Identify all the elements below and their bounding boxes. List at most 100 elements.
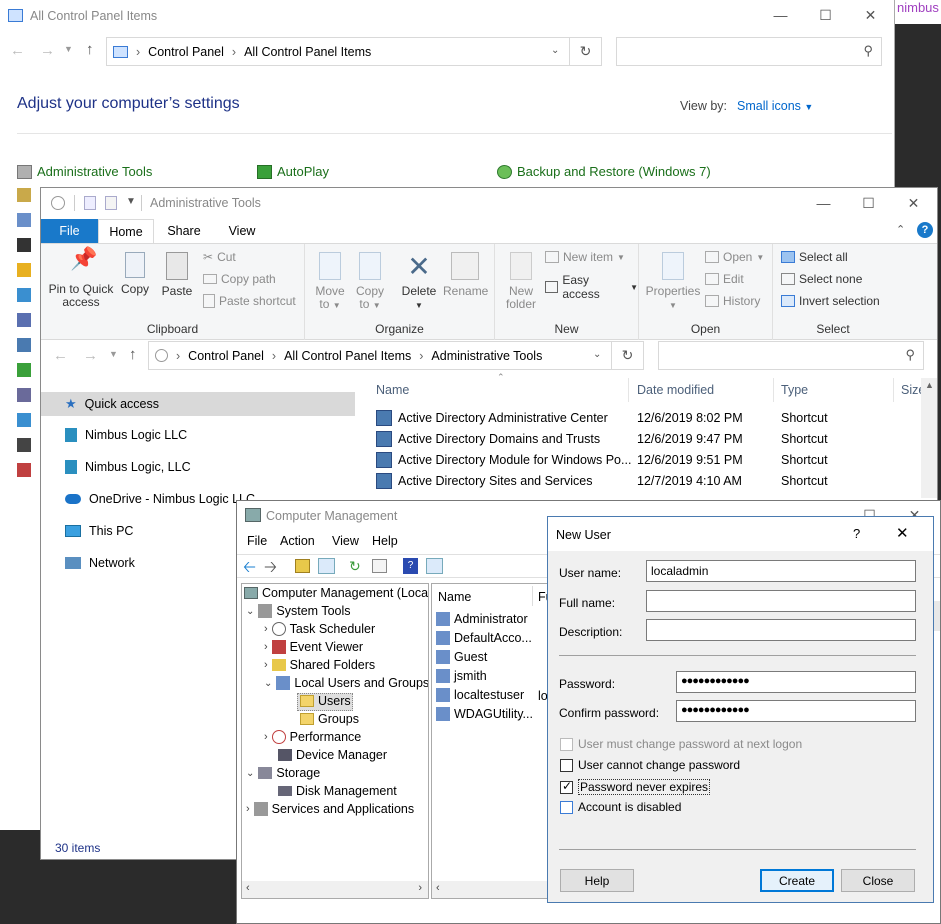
nav-quick-access[interactable]: ★ Quick access (65, 396, 159, 412)
invert-selection-button[interactable]: Invert selection (781, 294, 880, 308)
menu-action[interactable]: Action (280, 534, 315, 548)
password-never-expires-checkbox[interactable]: ✓ Password never expires (560, 779, 711, 795)
file-row[interactable]: Active Directory Module for Windows Po..… (376, 449, 916, 470)
close-button[interactable]: ✕ (891, 188, 936, 218)
close-button[interactable]: Close (841, 869, 915, 892)
select-none-button[interactable]: Select none (781, 272, 862, 286)
user-row[interactable]: WDAGUtility... (436, 707, 533, 721)
breadcrumb-all-items[interactable]: All Control Panel Items (284, 349, 411, 363)
user-row[interactable]: localtestuser (436, 688, 524, 702)
refresh-button[interactable]: ↻ (612, 341, 644, 370)
tab-share[interactable]: Share (159, 219, 209, 243)
forward-button[interactable]: → (83, 347, 98, 364)
rename-button[interactable]: Rename (443, 252, 488, 298)
back-arrow-icon[interactable]: 🡠 (243, 556, 256, 583)
nav-network[interactable]: Network (65, 556, 135, 570)
tree-groups[interactable]: Groups (300, 712, 359, 726)
history-button[interactable]: History (705, 294, 760, 308)
breadcrumb-all-items[interactable]: All Control Panel Items (244, 45, 371, 59)
address-bar[interactable]: › Control Panel › All Control Panel Item… (148, 341, 612, 370)
up-button[interactable]: ↑ (129, 346, 137, 363)
user-row[interactable]: Administrator (436, 612, 528, 626)
address-bar[interactable]: › Control Panel › All Control Panel Item… (106, 37, 570, 66)
breadcrumb-admin-tools[interactable]: Administrative Tools (431, 349, 542, 363)
tree-computer-management[interactable]: Computer Management (Local (244, 586, 428, 600)
minimize-button[interactable]: — (801, 188, 846, 218)
tree-performance[interactable]: › Performance (264, 730, 361, 744)
edit-button[interactable]: Edit (705, 272, 744, 286)
tree-shared-folders[interactable]: › Shared Folders (264, 658, 375, 672)
column-name[interactable]: Name (376, 383, 409, 397)
paste-shortcut-button[interactable]: Paste shortcut (203, 294, 296, 308)
collapse-ribbon-icon[interactable]: ⌃ (896, 223, 905, 236)
column-name[interactable]: Name (438, 590, 471, 604)
export-list-icon[interactable] (372, 559, 387, 573)
confirm-password-field[interactable]: ●●●●●●●●●●●● (676, 700, 916, 722)
chevron-down-icon[interactable]: ⌄ (551, 45, 559, 56)
new-folder-icon[interactable] (105, 196, 117, 210)
cut-button[interactable]: ✂ Cut (203, 250, 236, 264)
show-action-pane-icon[interactable] (426, 558, 443, 574)
nav-nimbus-logic-llc-2[interactable]: Nimbus Logic, LLC (65, 460, 191, 474)
back-button[interactable]: ← (10, 42, 25, 59)
refresh-button[interactable]: ↻ (570, 37, 602, 66)
copy-to-button[interactable]: Copy to ▼ (353, 252, 387, 312)
tree-device-manager[interactable]: Device Manager (278, 748, 387, 762)
cp-item-autoplay[interactable]: AutoPlay (257, 164, 329, 179)
quick-check-icon[interactable] (84, 196, 96, 210)
tree-system-tools[interactable]: ⌄ System Tools (246, 604, 351, 618)
help-icon[interactable]: ? (917, 222, 933, 238)
user-row[interactable]: DefaultAcco... (436, 631, 532, 645)
maximize-button[interactable]: ☐ (803, 0, 848, 30)
tree-users[interactable]: Users (300, 694, 351, 708)
breadcrumb-control-panel[interactable]: Control Panel (188, 349, 264, 363)
cp-item-administrative-tools[interactable]: Administrative Tools (17, 164, 152, 179)
customize-toolbar-icon[interactable]: ▼ (126, 196, 136, 207)
recent-dropdown[interactable]: ▼ (64, 44, 73, 54)
show-tree-icon[interactable] (318, 558, 335, 574)
tab-home[interactable]: Home (98, 219, 154, 244)
fullname-field[interactable] (646, 590, 916, 612)
recent-dropdown[interactable]: ▼ (109, 349, 118, 359)
tab-file[interactable]: File (41, 219, 98, 243)
new-folder-button[interactable]: New folder (501, 252, 541, 311)
forward-button[interactable]: → (40, 42, 55, 59)
file-row[interactable]: Active Directory Administrative Center 12… (376, 407, 916, 428)
up-folder-icon[interactable] (295, 559, 310, 573)
password-field[interactable]: ●●●●●●●●●●●● (676, 671, 916, 693)
vertical-scrollbar[interactable]: ▲ (921, 378, 937, 498)
help-book-icon[interactable]: ? (403, 558, 418, 574)
nav-nimbus-logic-llc[interactable]: Nimbus Logic LLC (65, 428, 187, 442)
horizontal-scrollbar[interactable]: ‹ › (242, 881, 428, 898)
tree-task-scheduler[interactable]: › Task Scheduler (264, 622, 375, 636)
cp-item-backup-restore[interactable]: Backup and Restore (Windows 7) (497, 164, 711, 179)
close-button[interactable]: ✕ (848, 0, 893, 30)
tree-local-users-groups[interactable]: ⌄ Local Users and Groups (264, 676, 428, 690)
create-button[interactable]: Create (760, 869, 834, 892)
scroll-left-arrow-icon[interactable]: ‹ (246, 882, 250, 894)
refresh-icon[interactable]: ↻ (349, 558, 364, 574)
tree-event-viewer[interactable]: › Event Viewer (264, 640, 363, 654)
cannot-change-password-checkbox[interactable]: User cannot change password (560, 758, 740, 772)
nav-onedrive[interactable]: OneDrive - Nimbus Logic LLC (65, 492, 255, 506)
pin-quick-access-button[interactable]: 📌 Pin to Quick access (47, 248, 115, 309)
breadcrumb-control-panel[interactable]: Control Panel (148, 45, 224, 59)
minimize-button[interactable]: — (758, 0, 803, 30)
user-row[interactable]: jsmith (436, 669, 487, 683)
copy-path-button[interactable]: Copy path (203, 272, 276, 286)
description-field[interactable] (646, 619, 916, 641)
file-row[interactable]: Active Directory Domains and Trusts 12/6/… (376, 428, 916, 449)
scroll-up-arrow-icon[interactable]: ▲ (925, 380, 934, 390)
horizontal-scrollbar[interactable]: ‹ (432, 881, 550, 898)
delete-button[interactable]: ✕ Delete ▼ (399, 252, 439, 312)
nav-this-pc[interactable]: This PC (65, 524, 133, 538)
viewby-dropdown[interactable]: Small icons ▼ (737, 99, 813, 113)
user-row[interactable]: Guest (436, 650, 487, 664)
column-type[interactable]: Type (781, 383, 808, 397)
help-button[interactable]: Help (560, 869, 634, 892)
forward-arrow-icon[interactable]: 🡢 (264, 556, 277, 583)
maximize-button[interactable]: ☐ (846, 188, 891, 218)
properties-button[interactable]: Properties ▼ (645, 252, 701, 312)
search-input[interactable]: ⚲ (616, 37, 882, 66)
up-button[interactable]: ↑ (86, 41, 94, 58)
